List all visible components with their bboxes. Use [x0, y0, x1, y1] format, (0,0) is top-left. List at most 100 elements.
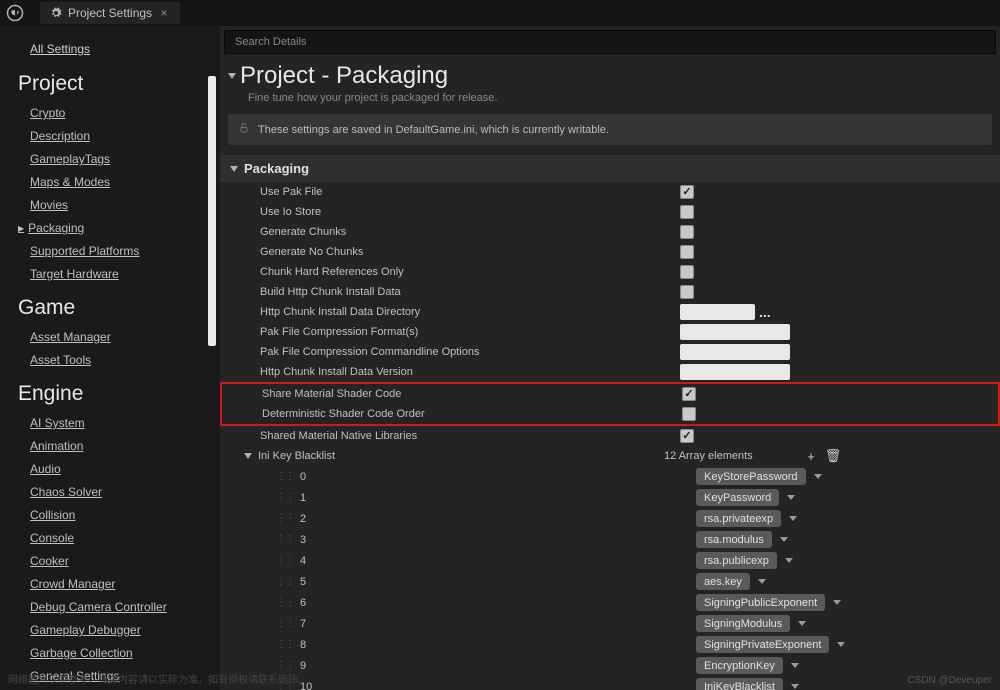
- sidebar-item-ai-system[interactable]: AI System: [18, 412, 220, 435]
- checkbox[interactable]: [682, 387, 696, 401]
- value-tag[interactable]: SigningPublicExponent: [696, 594, 825, 611]
- property-label: Ini Key Blacklist: [244, 450, 664, 462]
- drag-grip-icon[interactable]: ⋮⋮: [276, 492, 294, 503]
- value-tag[interactable]: IniKeyBlacklist: [696, 678, 783, 690]
- text-input[interactable]: [680, 324, 790, 340]
- close-icon[interactable]: ×: [158, 6, 170, 20]
- chevron-down-icon[interactable]: [789, 516, 797, 521]
- properties-list: Packaging Use Pak FileUse Io StoreGenera…: [220, 155, 1000, 690]
- property-label: ⋮⋮ 7: [276, 618, 696, 630]
- chevron-down-icon[interactable]: [758, 579, 766, 584]
- property-row: ⋮⋮ 0KeyStorePassword: [220, 466, 1000, 487]
- checkbox[interactable]: [680, 225, 694, 239]
- sidebar-item-target-hardware[interactable]: Target Hardware: [18, 263, 220, 286]
- sidebar-item-packaging[interactable]: Packaging: [18, 217, 220, 240]
- sidebar-item-collision[interactable]: Collision: [18, 504, 220, 527]
- value-tag[interactable]: SigningModulus: [696, 615, 790, 632]
- chevron-down-icon[interactable]: [791, 663, 799, 668]
- chevron-down-icon[interactable]: [814, 474, 822, 479]
- property-label: Shared Material Native Libraries: [260, 430, 680, 442]
- value-tag[interactable]: KeyStorePassword: [696, 468, 806, 485]
- drag-grip-icon[interactable]: ⋮⋮: [276, 639, 294, 650]
- sidebar-scrollbar[interactable]: [208, 76, 216, 346]
- text-input[interactable]: [680, 344, 790, 360]
- property-row: Use Io Store: [220, 202, 1000, 222]
- sidebar-item-movies[interactable]: Movies: [18, 194, 220, 217]
- value-tag[interactable]: KeyPassword: [696, 489, 779, 506]
- caret-down-icon[interactable]: [228, 73, 236, 79]
- section-packaging[interactable]: Packaging: [220, 155, 1000, 182]
- checkbox[interactable]: [680, 429, 694, 443]
- sidebar-item-chaos-solver[interactable]: Chaos Solver: [18, 481, 220, 504]
- drag-grip-icon[interactable]: ⋮⋮: [276, 555, 294, 566]
- drag-grip-icon[interactable]: ⋮⋮: [276, 471, 294, 482]
- sidebar-item-asset-manager[interactable]: Asset Manager: [18, 326, 220, 349]
- property-label: Http Chunk Install Data Directory: [260, 306, 680, 318]
- checkbox[interactable]: [680, 265, 694, 279]
- sidebar-item-console[interactable]: Console: [18, 527, 220, 550]
- chevron-down-icon[interactable]: [837, 642, 845, 647]
- value-tag[interactable]: EncryptionKey: [696, 657, 783, 674]
- text-input[interactable]: [680, 364, 790, 380]
- caret-down-icon[interactable]: [244, 453, 252, 459]
- info-bar: These settings are saved in DefaultGame.…: [228, 114, 992, 145]
- drag-grip-icon[interactable]: ⋮⋮: [276, 576, 294, 587]
- value-tag[interactable]: aes.key: [696, 573, 750, 590]
- chevron-down-icon[interactable]: [833, 600, 841, 605]
- search-input[interactable]: Search Details: [224, 30, 996, 54]
- sidebar-item-debug-camera-controller[interactable]: Debug Camera Controller: [18, 596, 220, 619]
- property-label: ⋮⋮ 2: [276, 513, 696, 525]
- sidebar-all-settings[interactable]: All Settings: [18, 36, 220, 62]
- page-title: Project - Packaging: [240, 62, 448, 90]
- chevron-down-icon[interactable]: [791, 684, 799, 689]
- chevron-down-icon[interactable]: [787, 495, 795, 500]
- trash-icon[interactable]: 🗑: [826, 449, 840, 463]
- drag-grip-icon[interactable]: ⋮⋮: [276, 618, 294, 629]
- property-label: Generate Chunks: [260, 226, 680, 238]
- sidebar-item-gameplay-debugger[interactable]: Gameplay Debugger: [18, 619, 220, 642]
- array-index: 6: [300, 597, 306, 609]
- property-label: ⋮⋮ 8: [276, 639, 696, 651]
- value-tag[interactable]: SigningPrivateExponent: [696, 636, 829, 653]
- sidebar-item-gameplaytags[interactable]: GameplayTags: [18, 148, 220, 171]
- checkbox[interactable]: [680, 185, 694, 199]
- property-label: ⋮⋮ 10: [276, 681, 696, 690]
- checkbox[interactable]: [682, 407, 696, 421]
- text-input[interactable]: [680, 304, 755, 320]
- sidebar-item-crypto[interactable]: Crypto: [18, 102, 220, 125]
- property-row: Build Http Chunk Install Data: [220, 282, 1000, 302]
- checkbox[interactable]: [680, 285, 694, 299]
- chevron-down-icon[interactable]: [780, 537, 788, 542]
- chevron-down-icon[interactable]: [798, 621, 806, 626]
- property-label: Pak File Compression Format(s): [260, 326, 680, 338]
- sidebar-item-maps-modes[interactable]: Maps & Modes: [18, 171, 220, 194]
- value-tag[interactable]: rsa.publicexp: [696, 552, 777, 569]
- sidebar-item-audio[interactable]: Audio: [18, 458, 220, 481]
- drag-grip-icon[interactable]: ⋮⋮: [276, 660, 294, 671]
- tab-project-settings[interactable]: Project Settings ×: [40, 2, 180, 24]
- array-index: 9: [300, 660, 306, 672]
- array-index: 1: [300, 492, 306, 504]
- checkbox[interactable]: [680, 205, 694, 219]
- sidebar-item-cooker[interactable]: Cooker: [18, 550, 220, 573]
- property-row: ⋮⋮ 2rsa.privateexp: [220, 508, 1000, 529]
- add-icon[interactable]: +: [804, 449, 818, 463]
- sidebar-heading: Project: [18, 62, 220, 102]
- browse-button[interactable]: ...: [759, 304, 771, 320]
- drag-grip-icon[interactable]: ⋮⋮: [276, 513, 294, 524]
- sidebar-item-supported-platforms[interactable]: Supported Platforms: [18, 240, 220, 263]
- drag-grip-icon[interactable]: ⋮⋮: [276, 534, 294, 545]
- sidebar-item-crowd-manager[interactable]: Crowd Manager: [18, 573, 220, 596]
- property-label: Build Http Chunk Install Data: [260, 286, 680, 298]
- sidebar-item-asset-tools[interactable]: Asset Tools: [18, 349, 220, 372]
- checkbox[interactable]: [680, 245, 694, 259]
- array-index: 2: [300, 513, 306, 525]
- chevron-down-icon[interactable]: [785, 558, 793, 563]
- sidebar-item-garbage-collection[interactable]: Garbage Collection: [18, 642, 220, 665]
- content-panel: Search Details Project - Packaging Fine …: [220, 26, 1000, 690]
- drag-grip-icon[interactable]: ⋮⋮: [276, 597, 294, 608]
- sidebar-item-animation[interactable]: Animation: [18, 435, 220, 458]
- sidebar-item-description[interactable]: Description: [18, 125, 220, 148]
- value-tag[interactable]: rsa.modulus: [696, 531, 772, 548]
- value-tag[interactable]: rsa.privateexp: [696, 510, 781, 527]
